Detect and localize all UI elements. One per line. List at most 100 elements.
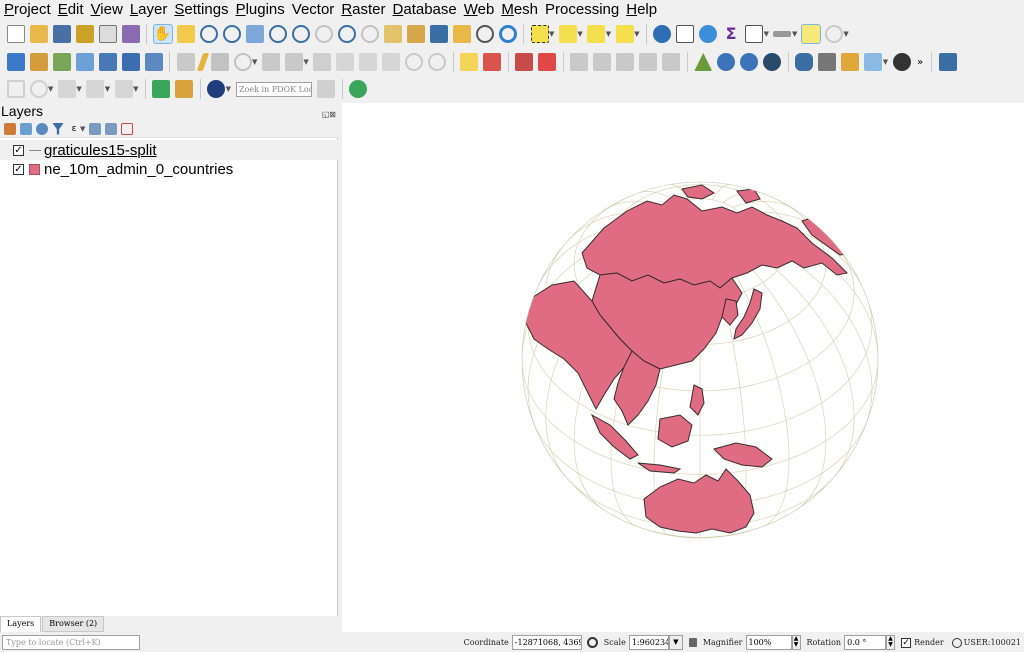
pan-to-selection-icon[interactable] — [176, 25, 195, 43]
layer-row-graticules[interactable]: ✓ graticules15-split — [0, 140, 338, 160]
profile-tool-icon[interactable] — [864, 53, 883, 71]
magnifier-field[interactable]: 100% — [745, 635, 792, 650]
pin-labels-icon[interactable] — [515, 53, 534, 71]
magnifier-spinner[interactable]: ▲ ▼ — [791, 635, 801, 650]
zoom-next-icon[interactable] — [360, 25, 379, 43]
save-project-icon[interactable] — [52, 25, 71, 43]
clear-search-icon[interactable] — [317, 80, 336, 98]
toggle-extents-icon[interactable] — [586, 637, 598, 648]
dropdown-arrow[interactable]: ▼ — [303, 58, 308, 66]
split-features-icon[interactable] — [114, 80, 133, 98]
dropdown-arrow[interactable]: ▼ — [105, 85, 110, 93]
change-label-icon[interactable] — [616, 53, 635, 71]
new-geopackage-icon[interactable] — [29, 53, 48, 71]
identify-icon[interactable] — [653, 25, 672, 43]
remove-layer-icon[interactable] — [121, 122, 134, 135]
dropdown-arrow[interactable]: ▼ — [549, 30, 554, 38]
filter-expression-icon[interactable]: ε — [68, 123, 80, 135]
label-tool-icon[interactable] — [460, 53, 479, 71]
pdok-plugin-icon[interactable] — [207, 80, 226, 98]
new-bookmark-icon[interactable] — [429, 25, 448, 43]
pdok-search-input[interactable]: Zoek in PDOK Loc··· — [235, 81, 312, 97]
field-calculator-icon[interactable] — [745, 25, 764, 43]
add-feature-part-icon[interactable] — [57, 80, 76, 98]
toolbar-overflow-icon[interactable]: » — [917, 57, 923, 68]
layout-manager-icon[interactable] — [818, 53, 837, 71]
osm-icon[interactable] — [763, 53, 782, 71]
delete-selected-icon[interactable] — [313, 53, 332, 71]
label-properties-icon[interactable] — [639, 53, 658, 71]
new-project-icon[interactable] — [6, 25, 25, 43]
move-diagram-icon[interactable] — [662, 53, 681, 71]
rotation-spinner[interactable]: ▲ ▼ — [886, 635, 896, 650]
quickmapservices-icon[interactable] — [717, 53, 736, 71]
menu-mesh[interactable]: Mesh — [501, 0, 545, 19]
tab-layers[interactable]: Layers — [0, 616, 42, 632]
binoculars-icon[interactable] — [892, 53, 911, 71]
menu-plugins[interactable]: Plugins — [236, 0, 292, 19]
menu-help[interactable]: Help — [626, 0, 664, 19]
copy-icon[interactable] — [359, 53, 378, 71]
layer-row-countries[interactable]: ✓ ne_10m_admin_0_countries — [0, 159, 338, 179]
layer-name[interactable]: ne_10m_admin_0_countries — [44, 161, 233, 178]
zoom-native-icon[interactable] — [314, 25, 333, 43]
menu-web[interactable]: Web — [464, 0, 502, 19]
locator-search-input[interactable]: Type to locate (Ctrl+K) — [2, 635, 140, 650]
toggle-editing-icon[interactable] — [196, 53, 209, 71]
dropdown-arrow[interactable]: ▼ — [764, 30, 769, 38]
paste-icon[interactable] — [382, 53, 401, 71]
coordinate-field[interactable]: -12871068, 4369297 — [511, 635, 582, 650]
digitize-icon[interactable] — [176, 53, 195, 71]
style-manager-icon[interactable] — [121, 25, 140, 43]
add-feature-icon[interactable] — [233, 53, 252, 71]
tab-browser[interactable]: Browser (2) — [42, 616, 105, 632]
menu-raster[interactable]: Raster — [341, 0, 392, 19]
metasearch-icon[interactable] — [740, 53, 759, 71]
data-source-manager-icon[interactable] — [6, 53, 25, 71]
dropdown-arrow[interactable]: ▼ — [133, 85, 138, 93]
move-label-icon[interactable] — [570, 53, 589, 71]
rotation-field[interactable]: 0.0 ° — [844, 635, 887, 650]
dropdown-arrow[interactable]: ▼ — [252, 58, 257, 66]
layer-styling-icon[interactable] — [841, 53, 860, 71]
menu-layer[interactable]: Layer — [130, 0, 175, 19]
dropdown-arrow[interactable]: ▼ — [843, 30, 848, 38]
save-edits-icon[interactable] — [210, 53, 229, 71]
add-raster-icon[interactable] — [6, 80, 25, 98]
merge-features-icon[interactable] — [86, 80, 105, 98]
annotation-icon[interactable] — [824, 25, 843, 43]
zoom-in-icon[interactable] — [199, 25, 218, 43]
add-mesh-icon[interactable] — [121, 53, 140, 71]
show-bookmarks-icon[interactable] — [452, 25, 471, 43]
map-canvas[interactable] — [342, 103, 1024, 632]
dropdown-arrow[interactable]: ▼ — [76, 85, 81, 93]
render-checkbox[interactable]: ✓ — [901, 637, 912, 648]
new-virtual-layer-icon[interactable] — [98, 53, 117, 71]
menu-view[interactable]: View — [91, 0, 130, 19]
cut-icon[interactable] — [336, 53, 355, 71]
layer-name[interactable]: graticules15-split — [44, 142, 157, 159]
pan-icon[interactable]: ✋ — [152, 24, 173, 44]
open-project-icon[interactable] — [29, 25, 48, 43]
menu-settings[interactable]: Settings — [174, 0, 235, 19]
new-map-view-icon[interactable] — [383, 25, 402, 43]
new-shapefile-icon[interactable] — [52, 53, 71, 71]
share-icon[interactable] — [349, 80, 368, 98]
toolbox-icon[interactable] — [699, 25, 718, 43]
attribute-table-icon[interactable] — [676, 25, 695, 43]
select-features-icon[interactable] — [530, 25, 549, 43]
temporal-controller-icon[interactable] — [475, 25, 494, 43]
manage-themes-icon[interactable] — [36, 122, 48, 135]
select-location-icon[interactable] — [615, 25, 634, 43]
menu-database[interactable]: Database — [393, 0, 464, 19]
layer-notes-icon[interactable] — [175, 80, 194, 98]
dropdown-arrow[interactable]: ▼ — [577, 30, 582, 38]
globe-map[interactable] — [342, 103, 1024, 632]
menu-project[interactable]: Project — [4, 0, 58, 19]
menu-processing[interactable]: Processing — [545, 0, 626, 19]
dropdown-arrow[interactable]: ▼ — [80, 125, 85, 133]
modify-attributes-icon[interactable] — [284, 53, 303, 71]
dropdown-arrow[interactable]: ▼ — [883, 58, 888, 66]
scale-dropdown-icon[interactable]: ▼ — [668, 635, 683, 650]
locator-search-icon[interactable] — [152, 80, 171, 98]
